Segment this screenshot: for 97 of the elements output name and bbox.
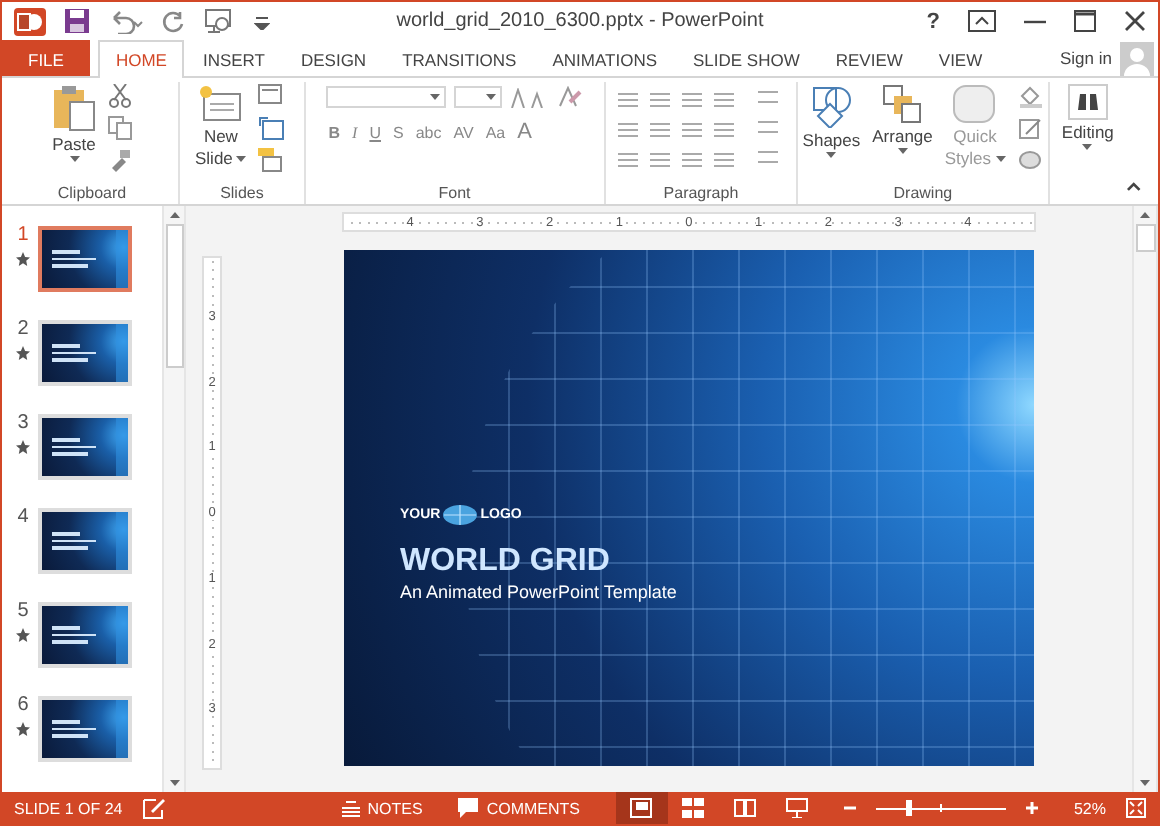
clear-formatting-icon[interactable]	[558, 86, 583, 108]
slide-subtitle: An Animated PowerPoint Template	[400, 580, 679, 604]
format-painter-icon[interactable]	[108, 148, 132, 172]
undo-icon[interactable]	[108, 9, 144, 33]
ribbon-tab[interactable]: HOME	[97, 40, 185, 78]
arrange-button[interactable]: Arrange	[872, 82, 933, 154]
font-format-button[interactable]: abc	[413, 123, 444, 141]
font-format-button[interactable]: Aa	[483, 123, 508, 141]
slide-icon	[198, 84, 243, 124]
normal-view-icon	[630, 798, 653, 818]
up-arrow-icon[interactable]	[1140, 212, 1150, 218]
book-icon	[734, 798, 757, 818]
ribbon-tab[interactable]: INSERT	[184, 40, 283, 76]
caret-icon	[995, 155, 1006, 161]
collapse-ribbon-icon[interactable]	[1126, 182, 1142, 192]
scrollbar-thumb[interactable]	[1135, 224, 1155, 252]
caret-icon	[486, 94, 497, 100]
close-icon[interactable]	[1124, 10, 1146, 32]
binoculars-icon	[1067, 84, 1108, 120]
clipboard-icon	[52, 84, 96, 132]
projector-screen-icon	[786, 798, 809, 818]
shape-outline-icon[interactable]	[1017, 116, 1044, 140]
caret-icon	[69, 156, 79, 162]
notes-button[interactable]: NOTES	[341, 799, 423, 817]
app-logo-icon	[14, 7, 46, 35]
ribbon-tab[interactable]: VIEW	[920, 40, 1001, 76]
stacked-squares-icon	[882, 84, 923, 124]
shape-effects-icon[interactable]	[1017, 148, 1044, 172]
ribbon-tab[interactable]: REVIEW	[817, 40, 921, 76]
editing-button[interactable]: Editing	[1061, 82, 1114, 150]
zoom-out-icon[interactable]	[843, 802, 856, 814]
presenter-icon[interactable]	[204, 8, 236, 34]
copy-icon[interactable]	[108, 116, 132, 140]
notes-edit-icon[interactable]	[142, 797, 167, 819]
file-tab[interactable]: FILE	[2, 40, 90, 76]
zoom-in-icon[interactable]	[1025, 802, 1038, 814]
up-arrow-icon[interactable]	[169, 212, 179, 218]
slide-counter: SLIDE 1 OF 24	[14, 799, 123, 817]
slide-number: 5	[17, 602, 29, 622]
scrollbar[interactable]	[1132, 206, 1158, 792]
group-label: Paragraph	[663, 182, 739, 204]
grid-icon	[682, 798, 705, 818]
down-arrow-icon[interactable]	[169, 780, 179, 786]
shape-fill-icon[interactable]	[1017, 84, 1044, 108]
font-format-button[interactable]: S	[391, 123, 406, 141]
font-format-button[interactable]: U	[367, 123, 383, 141]
caret-icon	[1082, 144, 1093, 150]
ribbon-tab[interactable]: SLIDE SHOW	[675, 40, 818, 76]
cut-icon[interactable]	[108, 84, 132, 108]
ribbon-tab[interactable]: TRANSITIONS	[384, 40, 535, 76]
slide-title: WORLD GRID	[400, 544, 612, 580]
slide-thumbnail[interactable]	[38, 226, 132, 292]
scrollbar[interactable]	[162, 206, 186, 792]
group-label: Slides	[220, 182, 264, 204]
caret-icon	[236, 155, 247, 161]
customize-menu-icon[interactable]	[254, 13, 270, 29]
slide-number: 1	[17, 226, 29, 246]
save-icon[interactable]	[64, 8, 90, 34]
down-arrow-icon[interactable]	[1140, 780, 1150, 786]
new-slide-button[interactable]: New Slide	[195, 82, 247, 168]
group-label: Clipboard	[57, 182, 127, 204]
help-button[interactable]: ?	[926, 9, 940, 33]
caret-icon	[430, 94, 441, 100]
font-format-button[interactable]: B	[326, 123, 343, 141]
comments-button[interactable]: COMMENTS	[458, 798, 580, 818]
shapes-icon	[809, 84, 854, 128]
slide-number: 6	[17, 696, 29, 716]
rounded-square-icon	[952, 84, 997, 124]
paste-button[interactable]: Paste	[52, 82, 96, 162]
speech-bubble-icon	[458, 798, 479, 818]
zoom-level[interactable]: 52%	[1073, 799, 1106, 817]
font-format-button[interactable]: I	[350, 123, 360, 141]
ribbon-tab[interactable]: DESIGN	[282, 40, 385, 76]
font-name-field[interactable]	[326, 86, 447, 108]
ribbon-tab[interactable]: ANIMATIONS	[534, 40, 675, 76]
reset-icon[interactable]	[258, 116, 285, 140]
sign-in-link[interactable]: Sign in	[1060, 40, 1112, 76]
font-size-field[interactable]	[454, 86, 503, 108]
group-label: Font	[438, 182, 471, 204]
slide-number: 3	[17, 414, 29, 434]
slide-number: 4	[17, 508, 29, 528]
scrollbar-thumb[interactable]	[165, 224, 183, 368]
group-label: Drawing	[893, 182, 953, 204]
globe-logo-icon	[442, 504, 479, 526]
lines-icon	[341, 799, 360, 817]
caret-icon	[826, 152, 837, 158]
font-format-button[interactable]: AV	[451, 123, 476, 141]
font-format-button[interactable]: A	[515, 120, 534, 144]
maximize-icon[interactable]	[1074, 10, 1096, 32]
normal-view-button[interactable]	[615, 792, 668, 824]
shapes-button[interactable]: Shapes	[802, 82, 861, 158]
window-title: world_grid_2010_6300.pptx - PowerPoint	[394, 10, 766, 32]
redo-icon[interactable]	[162, 9, 186, 33]
fit-slide-icon[interactable]	[1126, 798, 1146, 818]
slide-number: 2	[17, 320, 29, 340]
ribbon-display-icon[interactable]	[968, 10, 996, 32]
caret-icon	[897, 148, 908, 154]
